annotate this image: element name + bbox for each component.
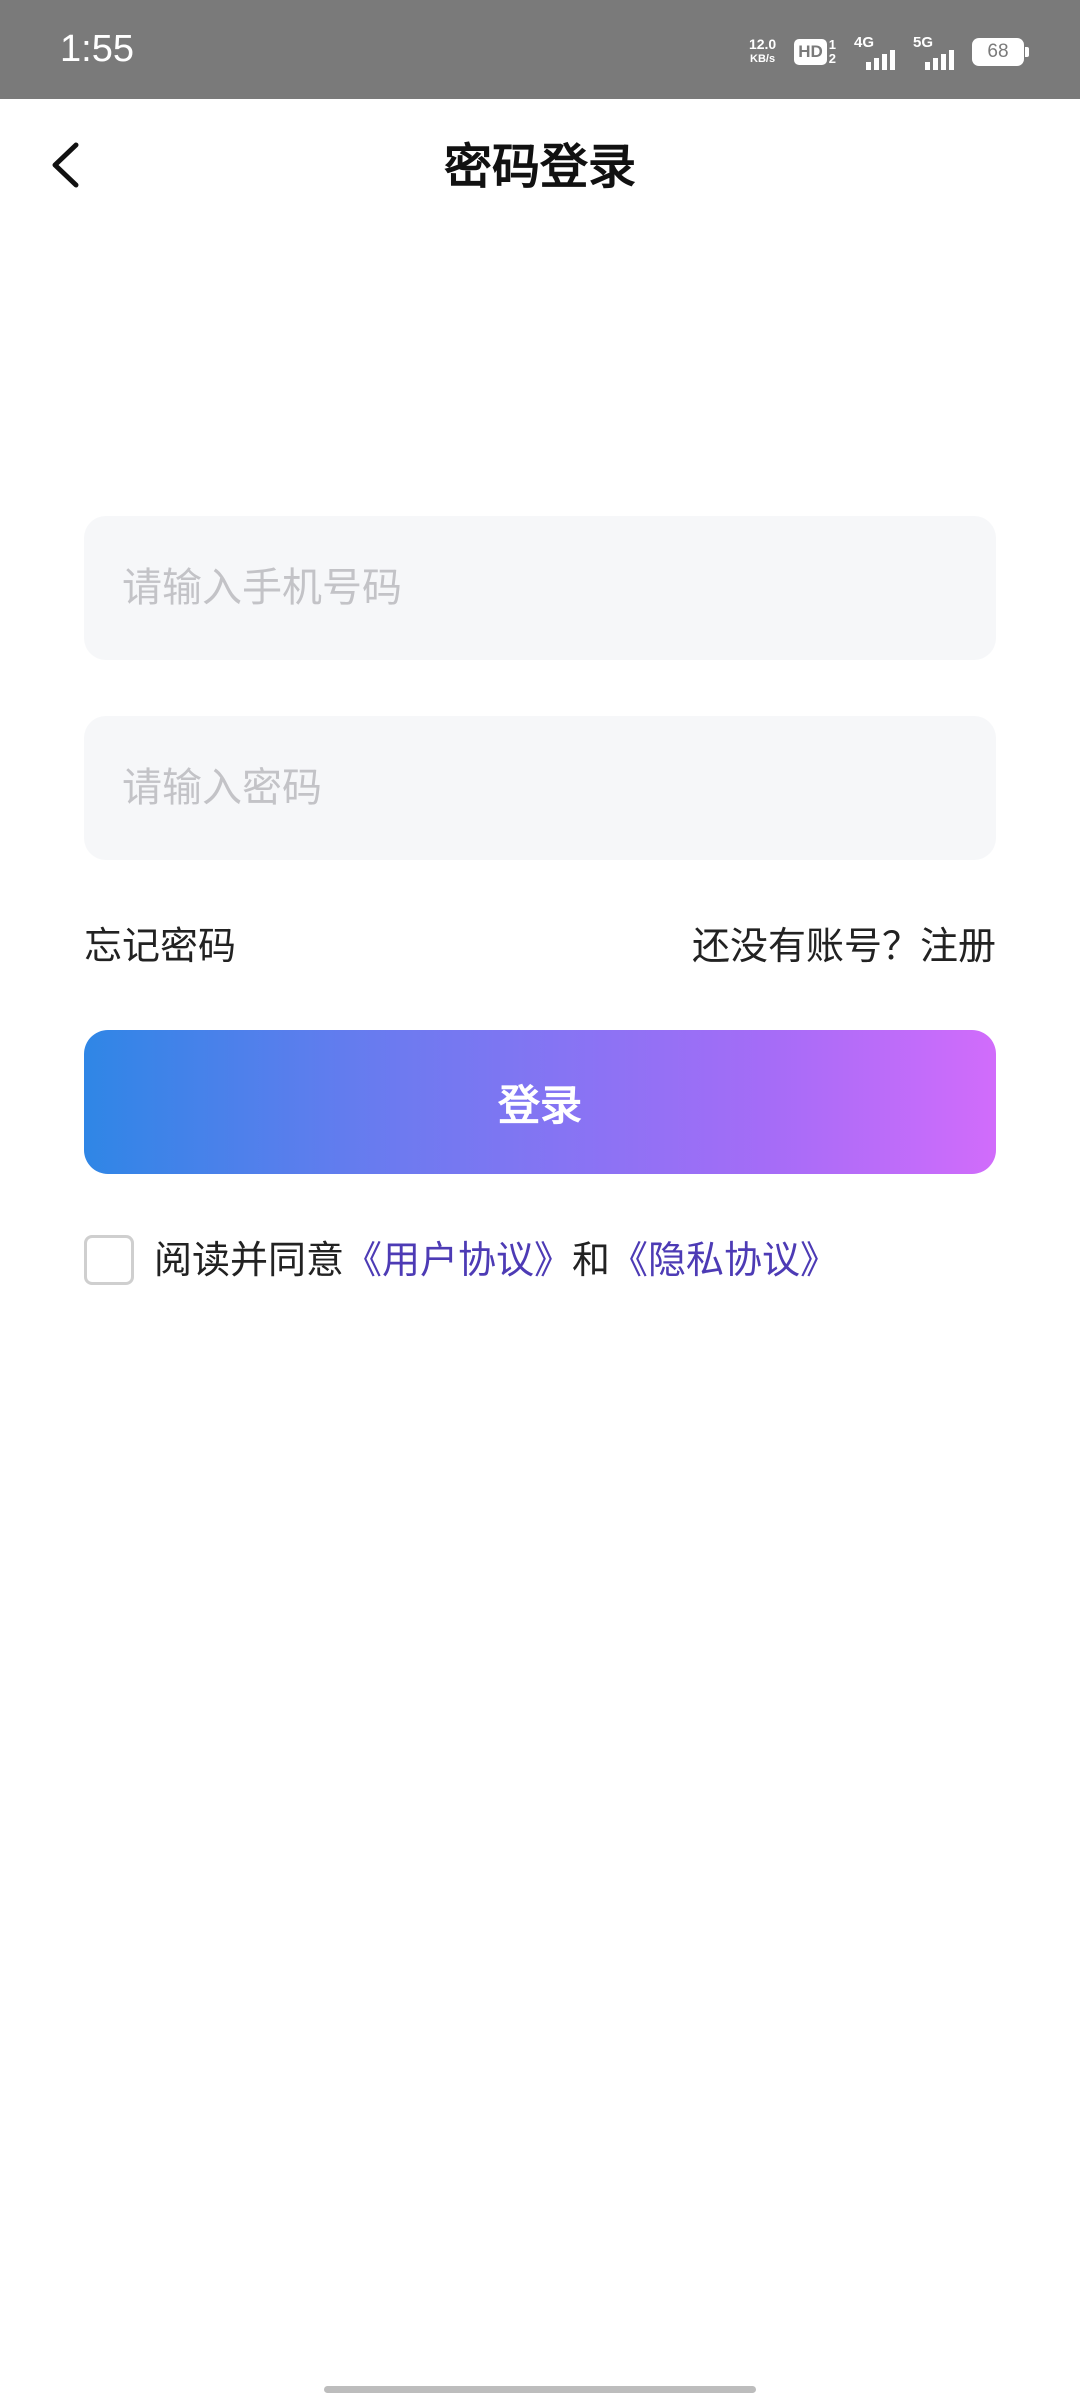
password-field[interactable] xyxy=(84,716,996,860)
agreement-checkbox[interactable] xyxy=(84,1235,134,1285)
hd-label: HD xyxy=(794,39,827,65)
hd-num-top: 1 xyxy=(828,37,836,52)
hd-sim-numbers: 1 2 xyxy=(829,38,836,66)
agreement-prefix: 阅读并同意 xyxy=(154,1238,345,1282)
register-link[interactable]: 还没有账号？注册 xyxy=(692,918,996,974)
signal-5g-label: 5G xyxy=(913,33,934,51)
password-input[interactable] xyxy=(120,764,960,812)
signal-bars-icon xyxy=(925,49,954,70)
network-speed-value: 12.0 xyxy=(748,36,777,52)
signal-4g-label: 4G xyxy=(854,33,875,51)
privacy-policy-link[interactable]: 《隐私协议》 xyxy=(610,1238,838,1282)
hd-num-bottom: 2 xyxy=(828,51,836,66)
phone-input[interactable] xyxy=(120,564,960,612)
page-title: 密码登录 xyxy=(443,139,636,195)
signal-4g-icon: 4G xyxy=(854,35,895,70)
network-speed-unit: KB/s xyxy=(750,53,776,65)
hd-voice-icon: HD 1 2 xyxy=(794,38,836,66)
user-agreement-link[interactable]: 《用户协议》 xyxy=(344,1238,572,1282)
status-icons: 12.0 KB/s HD 1 2 4G 5G 68 xyxy=(749,30,1029,74)
signal-bars-icon xyxy=(866,49,895,70)
agreement-and: 和 xyxy=(572,1238,611,1282)
signal-5g-icon: 5G xyxy=(913,35,954,70)
phone-field[interactable] xyxy=(84,516,996,660)
battery-icon: 68 xyxy=(972,38,1029,66)
status-bar: 1:55 12.0 KB/s HD 1 2 4G 5G 68 xyxy=(0,0,1080,99)
forgot-password-link[interactable]: 忘记密码 xyxy=(84,918,236,974)
login-button[interactable]: 登录 xyxy=(84,1030,996,1174)
agreement-row: 阅读并同意《用户协议》和《隐私协议》 xyxy=(84,1232,838,1288)
status-time: 1:55 xyxy=(60,28,134,70)
home-indicator[interactable] xyxy=(324,2386,756,2393)
network-speed: 12.0 KB/s xyxy=(749,37,776,67)
login-screen: 1:55 12.0 KB/s HD 1 2 4G 5G 68 密码登录 请输入手… xyxy=(0,0,1080,2400)
agreement-text: 阅读并同意《用户协议》和《隐私协议》 xyxy=(154,1232,838,1288)
